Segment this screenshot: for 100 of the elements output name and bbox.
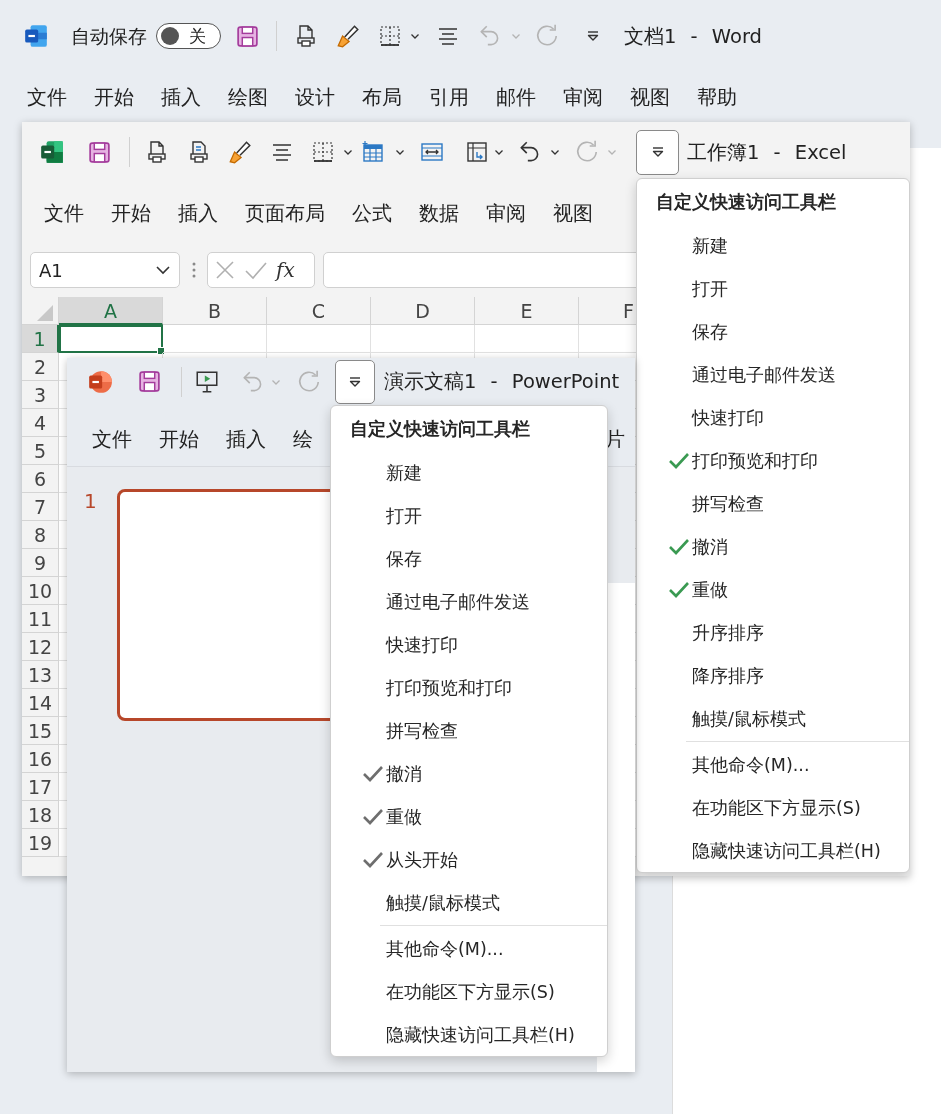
ribbon-tab[interactable]: 审阅 [486,199,526,227]
menu-item[interactable]: 打开 [331,494,607,537]
ribbon-tab[interactable]: 绘 [293,426,313,453]
row-header[interactable]: 18 [22,801,59,829]
ribbon-tab[interactable]: 帮助 [697,83,737,111]
menu-item[interactable]: 隐藏快速访问工具栏(H) [637,829,909,872]
menu-item[interactable]: 快速打印 [331,623,607,666]
slideshow-icon[interactable] [194,368,220,395]
row-header[interactable]: 6 [22,465,59,493]
ribbon-tab[interactable]: 开始 [94,83,134,111]
menu-item[interactable]: 打印预览和打印 [331,666,607,709]
ribbon-tab[interactable]: 布局 [362,83,402,111]
menu-item[interactable]: 通过电子邮件发送 [331,580,607,623]
menu-item[interactable]: 从头开始 [331,838,607,881]
ribbon-tab[interactable]: 审阅 [563,83,603,111]
app-icon [87,368,113,395]
paint-brush-icon[interactable] [227,139,253,165]
ribbon-tab[interactable]: 插入 [178,199,218,227]
ribbon-tab[interactable]: 绘图 [228,83,268,111]
menu-item[interactable]: 触摸/鼠标模式 [637,697,909,740]
row-header[interactable]: 7 [22,493,59,521]
ribbon-tab[interactable]: 文件 [44,199,84,227]
pivot-table-icon[interactable] [465,140,489,164]
menu-item[interactable]: 其他命令(M)... [331,927,607,970]
menu-item[interactable]: 降序排序 [637,654,909,697]
column-header[interactable]: A [59,297,163,325]
ribbon-tab[interactable]: 数据 [419,199,459,227]
save-icon[interactable] [235,23,260,49]
paint-brush-icon[interactable] [335,23,361,49]
menu-item[interactable]: 其他命令(M)... [637,743,909,786]
row-header[interactable]: 9 [22,549,59,577]
row-header[interactable]: 8 [22,521,59,549]
menu-item[interactable]: 重做 [331,795,607,838]
row-header[interactable]: 5 [22,437,59,465]
save-icon[interactable] [87,139,112,165]
ribbon-tab[interactable]: 邮件 [496,83,536,111]
menu-item[interactable]: 撤消 [637,525,909,568]
ribbon-tab[interactable]: 开始 [111,199,151,227]
row-header[interactable]: 1 [22,325,59,353]
merge-cells-icon[interactable] [420,140,444,164]
menu-item[interactable]: 新建 [331,451,607,494]
menu-item[interactable]: 触摸/鼠标模式 [331,881,607,924]
more-icon[interactable] [192,262,196,278]
app-icon [23,23,49,49]
selected-cell[interactable] [59,325,163,353]
caret-icon[interactable] [410,31,420,41]
caret-icon[interactable] [395,147,405,157]
ribbon-tab[interactable]: 文件 [27,83,67,111]
ribbon-tab[interactable]: 文件 [92,426,132,453]
borders-icon[interactable] [311,140,335,164]
ribbon-tab[interactable]: 开始 [159,426,199,453]
ribbon-tab[interactable]: 设计 [295,83,335,111]
menu-item[interactable]: 拼写检查 [637,482,909,525]
menu-item[interactable]: 升序排序 [637,611,909,654]
borders-icon[interactable] [378,24,402,48]
chevron-down-icon [155,265,171,275]
autosave-toggle[interactable]: 关 [156,23,221,49]
ribbon-tab[interactable]: 引用 [429,83,469,111]
row-header[interactable]: 19 [22,829,59,857]
row-header[interactable]: 17 [22,773,59,801]
menu-item[interactable]: 新建 [637,224,909,267]
ribbon-tab[interactable]: 插入 [161,83,201,111]
menu-item[interactable]: 打印预览和打印 [637,439,909,482]
row-header[interactable]: 15 [22,717,59,745]
save-icon[interactable] [137,369,162,394]
autosave-label: 自动保存 [71,24,147,49]
menu-item[interactable]: 保存 [331,537,607,580]
caret-icon[interactable] [343,147,353,157]
menu-item[interactable]: 隐藏快速访问工具栏(H) [331,1013,607,1056]
row-header[interactable]: 13 [22,661,59,689]
menu-item[interactable]: 拼写检查 [331,709,607,752]
row-header[interactable]: 4 [22,409,59,437]
menu-item[interactable]: 重做 [637,568,909,611]
print-preview-icon[interactable] [294,24,318,48]
ribbon-tab[interactable]: 插入 [226,426,266,453]
row-header[interactable]: 14 [22,689,59,717]
caret-icon[interactable] [550,147,560,157]
ribbon-tab[interactable]: 视图 [630,83,670,111]
row-header[interactable]: 10 [22,577,59,605]
menu-item[interactable]: 通过电子邮件发送 [637,353,909,396]
window-title: 演示文稿1 - PowerPoint [384,369,620,395]
menu-item[interactable]: 撤消 [331,752,607,795]
customize-button[interactable] [335,359,375,404]
ribbon-tab[interactable]: 页面布局 [245,199,325,227]
menu-item[interactable]: 在功能区下方显示(S) [637,786,909,829]
row-header[interactable]: 12 [22,633,59,661]
ribbon-tab[interactable]: 公式 [352,199,392,227]
row-header[interactable]: 16 [22,745,59,773]
caret-icon[interactable] [494,147,504,157]
ribbon-tab[interactable]: 视图 [553,199,593,227]
name-box[interactable]: A1 [30,252,180,288]
row-header[interactable]: 2 [22,353,59,381]
menu-item[interactable]: 快速打印 [637,396,909,439]
insert-function-button[interactable]: fx [276,258,295,282]
print-preview-icon[interactable] [145,140,169,164]
table-icon[interactable] [361,140,385,164]
print-preview-icon[interactable] [187,140,211,164]
menu-item[interactable]: 在功能区下方显示(S) [331,970,607,1013]
row-header[interactable]: 11 [22,605,59,633]
row-header[interactable]: 3 [22,381,59,409]
